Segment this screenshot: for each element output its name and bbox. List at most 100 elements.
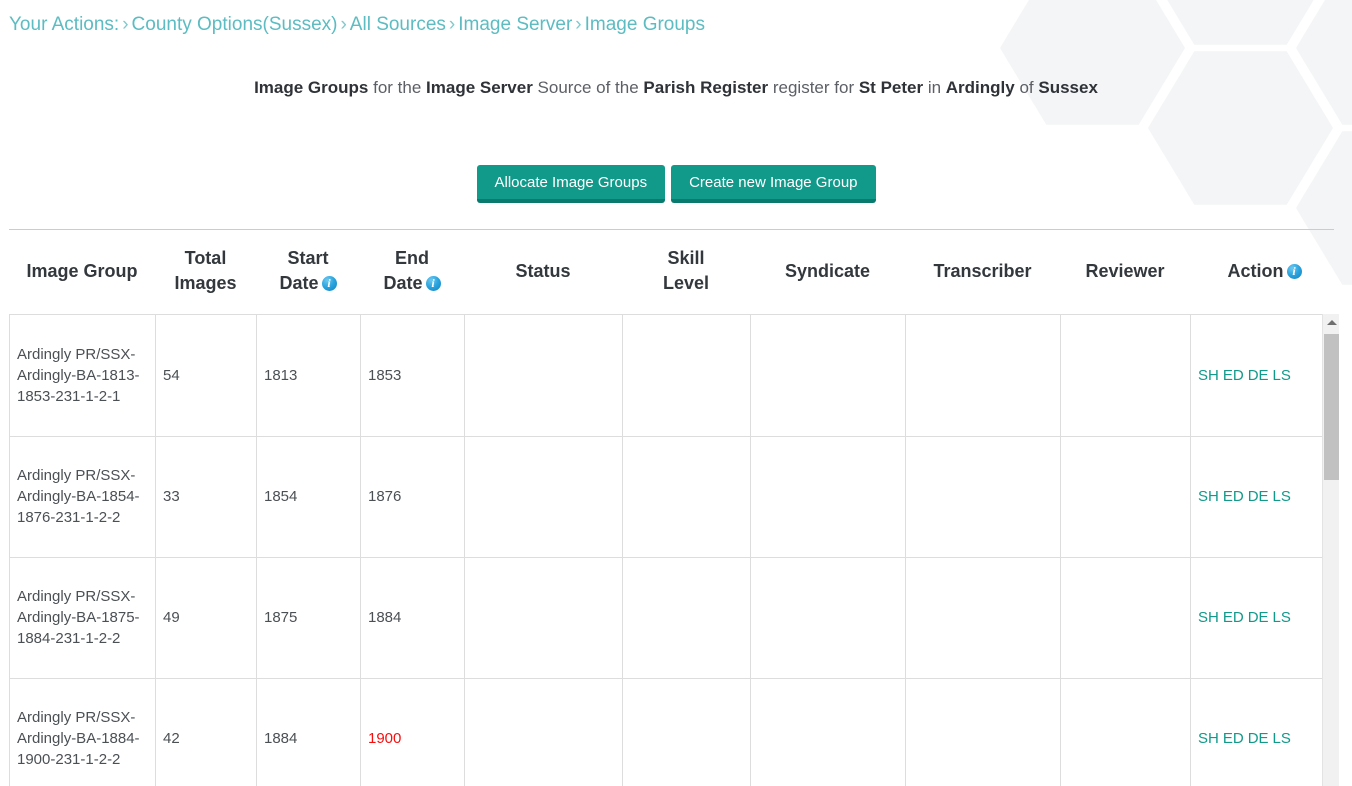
scroll-up-arrow-icon[interactable] xyxy=(1323,314,1340,331)
action-link-sh[interactable]: SH xyxy=(1198,730,1219,747)
action-link-sh[interactable]: SH xyxy=(1198,609,1219,626)
subtitle-segment-source-of-the: Source of the xyxy=(533,78,644,97)
hexagon-shape xyxy=(1296,0,1352,128)
breadcrumb-separator: › xyxy=(449,14,455,35)
breadcrumb-item-county-options[interactable]: County Options(Sussex) xyxy=(132,14,338,35)
cell-total-images: 49 xyxy=(156,557,257,678)
breadcrumb-item-all-sources[interactable]: All Sources xyxy=(350,14,446,35)
info-icon[interactable] xyxy=(1287,264,1302,279)
breadcrumb-separator: › xyxy=(340,14,346,35)
action-link-sh[interactable]: SH xyxy=(1198,488,1219,505)
column-header-start-date: Start Date xyxy=(256,244,360,314)
breadcrumb-label: Your Actions: xyxy=(9,14,119,35)
column-header-line1: Status xyxy=(515,261,570,281)
table-scrollbar[interactable] xyxy=(1322,314,1339,786)
subtitle-segment-for-the: for the xyxy=(368,78,426,97)
cell-reviewer xyxy=(1061,315,1191,436)
column-header-status: Status xyxy=(464,244,622,314)
column-header-line1: End xyxy=(395,248,429,268)
cell-end-date: 1876 xyxy=(361,436,465,557)
cell-status xyxy=(465,436,623,557)
cell-image-group: Ardingly PR/SSX-Ardingly-BA-1813-1853-23… xyxy=(10,315,156,436)
cell-syndicate xyxy=(751,315,906,436)
create-new-image-group-button[interactable]: Create new Image Group xyxy=(671,165,875,203)
action-toolbar: Allocate Image GroupsCreate new Image Gr… xyxy=(0,165,1352,203)
subtitle-segment-ardingly: Ardingly xyxy=(946,78,1015,97)
cell-transcriber xyxy=(906,557,1061,678)
action-link-ls[interactable]: LS xyxy=(1273,488,1291,505)
breadcrumb-item-image-groups[interactable]: Image Groups xyxy=(585,14,705,35)
action-link-ed[interactable]: ED xyxy=(1223,488,1244,505)
action-link-ed[interactable]: ED xyxy=(1223,730,1244,747)
action-link-de[interactable]: DE xyxy=(1248,730,1269,747)
cell-start-date: 1884 xyxy=(257,678,361,786)
image-groups-table: Image Group Total Images Start Date End … xyxy=(9,244,1339,786)
action-link-de[interactable]: DE xyxy=(1248,488,1269,505)
subtitle-segment-of: of xyxy=(1015,78,1039,97)
page-root: Your Actions:›County Options(Sussex)›All… xyxy=(0,0,1352,786)
cell-status xyxy=(465,557,623,678)
column-header-total-images: Total Images xyxy=(155,244,256,314)
column-header-line1: Start xyxy=(287,248,328,268)
cell-transcriber xyxy=(906,436,1061,557)
table-row: Ardingly PR/SSX-Ardingly-BA-1813-1853-23… xyxy=(10,315,1323,436)
subtitle-segment-st-peter: St Peter xyxy=(859,78,923,97)
column-header-action: Action xyxy=(1190,244,1339,314)
subtitle-segment-sussex: Sussex xyxy=(1038,78,1098,97)
cell-syndicate xyxy=(751,678,906,786)
cell-skill-level xyxy=(623,436,751,557)
action-link-ed[interactable]: ED xyxy=(1223,609,1244,626)
cell-skill-level xyxy=(623,678,751,786)
cell-total-images: 42 xyxy=(156,678,257,786)
action-link-de[interactable]: DE xyxy=(1248,609,1269,626)
cell-action: SHEDDELS xyxy=(1191,436,1323,557)
action-link-sh[interactable]: SH xyxy=(1198,367,1219,384)
column-header-transcriber: Transcriber xyxy=(905,244,1060,314)
column-header-line1: Transcriber xyxy=(933,261,1031,281)
info-icon[interactable] xyxy=(322,276,337,291)
cell-transcriber xyxy=(906,678,1061,786)
allocate-image-groups-button[interactable]: Allocate Image Groups xyxy=(477,165,666,203)
cell-total-images: 54 xyxy=(156,315,257,436)
cell-end-date: 1884 xyxy=(361,557,465,678)
subtitle-segment-image-server: Image Server xyxy=(426,78,533,97)
cell-start-date: 1854 xyxy=(257,436,361,557)
info-icon[interactable] xyxy=(426,276,441,291)
cell-start-date: 1813 xyxy=(257,315,361,436)
subtitle-segment-register-for: register for xyxy=(768,78,859,97)
column-header-line2: Date xyxy=(383,273,422,293)
column-header-line2: Level xyxy=(663,273,709,293)
cell-end-date: 1900 xyxy=(361,678,465,786)
cell-reviewer xyxy=(1061,557,1191,678)
action-link-ls[interactable]: LS xyxy=(1273,367,1291,384)
page-subtitle: Image Groups for the Image Server Source… xyxy=(0,75,1352,101)
end-date-warning-value: 1900 xyxy=(368,730,401,747)
cell-action: SHEDDELS xyxy=(1191,557,1323,678)
cell-syndicate xyxy=(751,557,906,678)
breadcrumb: Your Actions:›County Options(Sussex)›All… xyxy=(9,11,705,39)
cell-end-date: 1853 xyxy=(361,315,465,436)
scrollbar-thumb[interactable] xyxy=(1324,334,1339,480)
table-body-scroll-region[interactable]: Ardingly PR/SSX-Ardingly-BA-1813-1853-23… xyxy=(9,314,1339,786)
cell-action: SHEDDELS xyxy=(1191,315,1323,436)
action-link-de[interactable]: DE xyxy=(1248,367,1269,384)
action-link-ls[interactable]: LS xyxy=(1273,730,1291,747)
hexagon-shape xyxy=(1148,0,1333,48)
cell-action: SHEDDELS xyxy=(1191,678,1323,786)
action-link-ed[interactable]: ED xyxy=(1223,367,1244,384)
cell-reviewer xyxy=(1061,678,1191,786)
column-header-line1: Syndicate xyxy=(785,261,870,281)
column-header-line1: Reviewer xyxy=(1085,261,1164,281)
column-header-line2: Images xyxy=(174,273,236,293)
action-link-ls[interactable]: LS xyxy=(1273,609,1291,626)
breadcrumb-separator: › xyxy=(575,14,581,35)
cell-syndicate xyxy=(751,436,906,557)
cell-image-group: Ardingly PR/SSX-Ardingly-BA-1875-1884-23… xyxy=(10,557,156,678)
section-divider xyxy=(9,229,1334,230)
cell-status xyxy=(465,315,623,436)
cell-reviewer xyxy=(1061,436,1191,557)
breadcrumb-item-image-server[interactable]: Image Server xyxy=(458,14,572,35)
column-header-line1: Image Group xyxy=(26,261,137,281)
cell-image-group: Ardingly PR/SSX-Ardingly-BA-1884-1900-23… xyxy=(10,678,156,786)
column-header-reviewer: Reviewer xyxy=(1060,244,1190,314)
